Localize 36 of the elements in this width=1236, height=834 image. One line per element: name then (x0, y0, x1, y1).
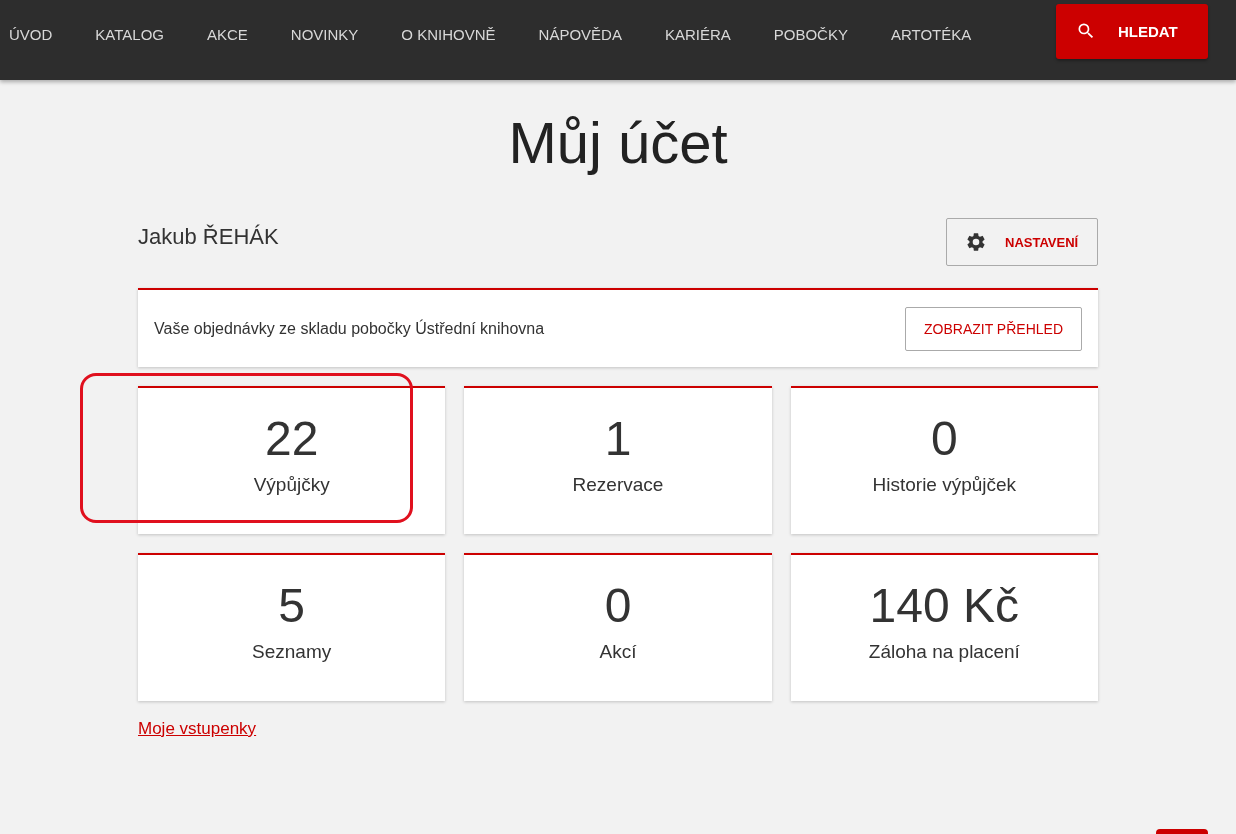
stat-tile[interactable]: 5 Seznamy (138, 553, 446, 701)
stat-value: 1 (604, 411, 632, 467)
nav-link[interactable]: ÚVOD (9, 25, 53, 43)
nav-link[interactable]: NOVINKY (290, 25, 359, 43)
stat-value: 22 (264, 411, 319, 467)
stat-value: 5 (278, 578, 305, 634)
nav-link[interactable]: ARTOTÉKA (890, 25, 972, 43)
stat-value: 0 (930, 411, 958, 467)
stat-tile[interactable]: 1 Rezervace (464, 386, 772, 534)
stat-tile[interactable]: 22 Výpůjčky (138, 386, 446, 534)
overview-button[interactable]: ZOBRAZIT PŘEHLED (905, 306, 1082, 351)
stat-value: 0 (604, 578, 632, 634)
nav-link[interactable]: POBOČKY (773, 25, 848, 43)
stat-label: Rezervace (572, 474, 664, 496)
search-icon (1076, 21, 1096, 41)
stat-label: Výpůjčky (253, 474, 330, 496)
nav-link[interactable]: AKCE (207, 25, 248, 43)
search-button[interactable]: HLEDAT (1056, 3, 1208, 59)
stat-value: 140 Kč (869, 578, 1020, 634)
nav-link[interactable]: KATALOG (95, 25, 164, 43)
stat-tile[interactable]: 0 Historie výpůjček (790, 386, 1098, 534)
tickets-link[interactable]: Moje vstupenky (138, 719, 257, 739)
nav-link[interactable]: NÁPOVĚDA (538, 25, 622, 43)
nav-link[interactable]: KARIÉRA (664, 25, 731, 43)
stat-label: Záloha na placení (868, 641, 1020, 663)
stat-tile[interactable]: 140 Kč Záloha na placení (790, 553, 1098, 701)
stat-label: Akcí (599, 641, 637, 663)
stat-tile[interactable]: 0 Akcí (464, 553, 772, 701)
nav-link[interactable]: O KNIHOVNĚ (401, 25, 496, 43)
user-name: Jakub ŘEHÁK (138, 224, 279, 250)
settings-button[interactable]: NASTAVENÍ (946, 218, 1098, 266)
stat-label: Historie výpůjček (872, 474, 1017, 496)
orders-text: Vaše objednávky ze skladu pobočky Ústřední knihovna (154, 319, 545, 338)
page-title: Můj účet (507, 110, 729, 176)
stat-label: Seznamy (252, 641, 332, 663)
settings-icon (965, 231, 987, 253)
